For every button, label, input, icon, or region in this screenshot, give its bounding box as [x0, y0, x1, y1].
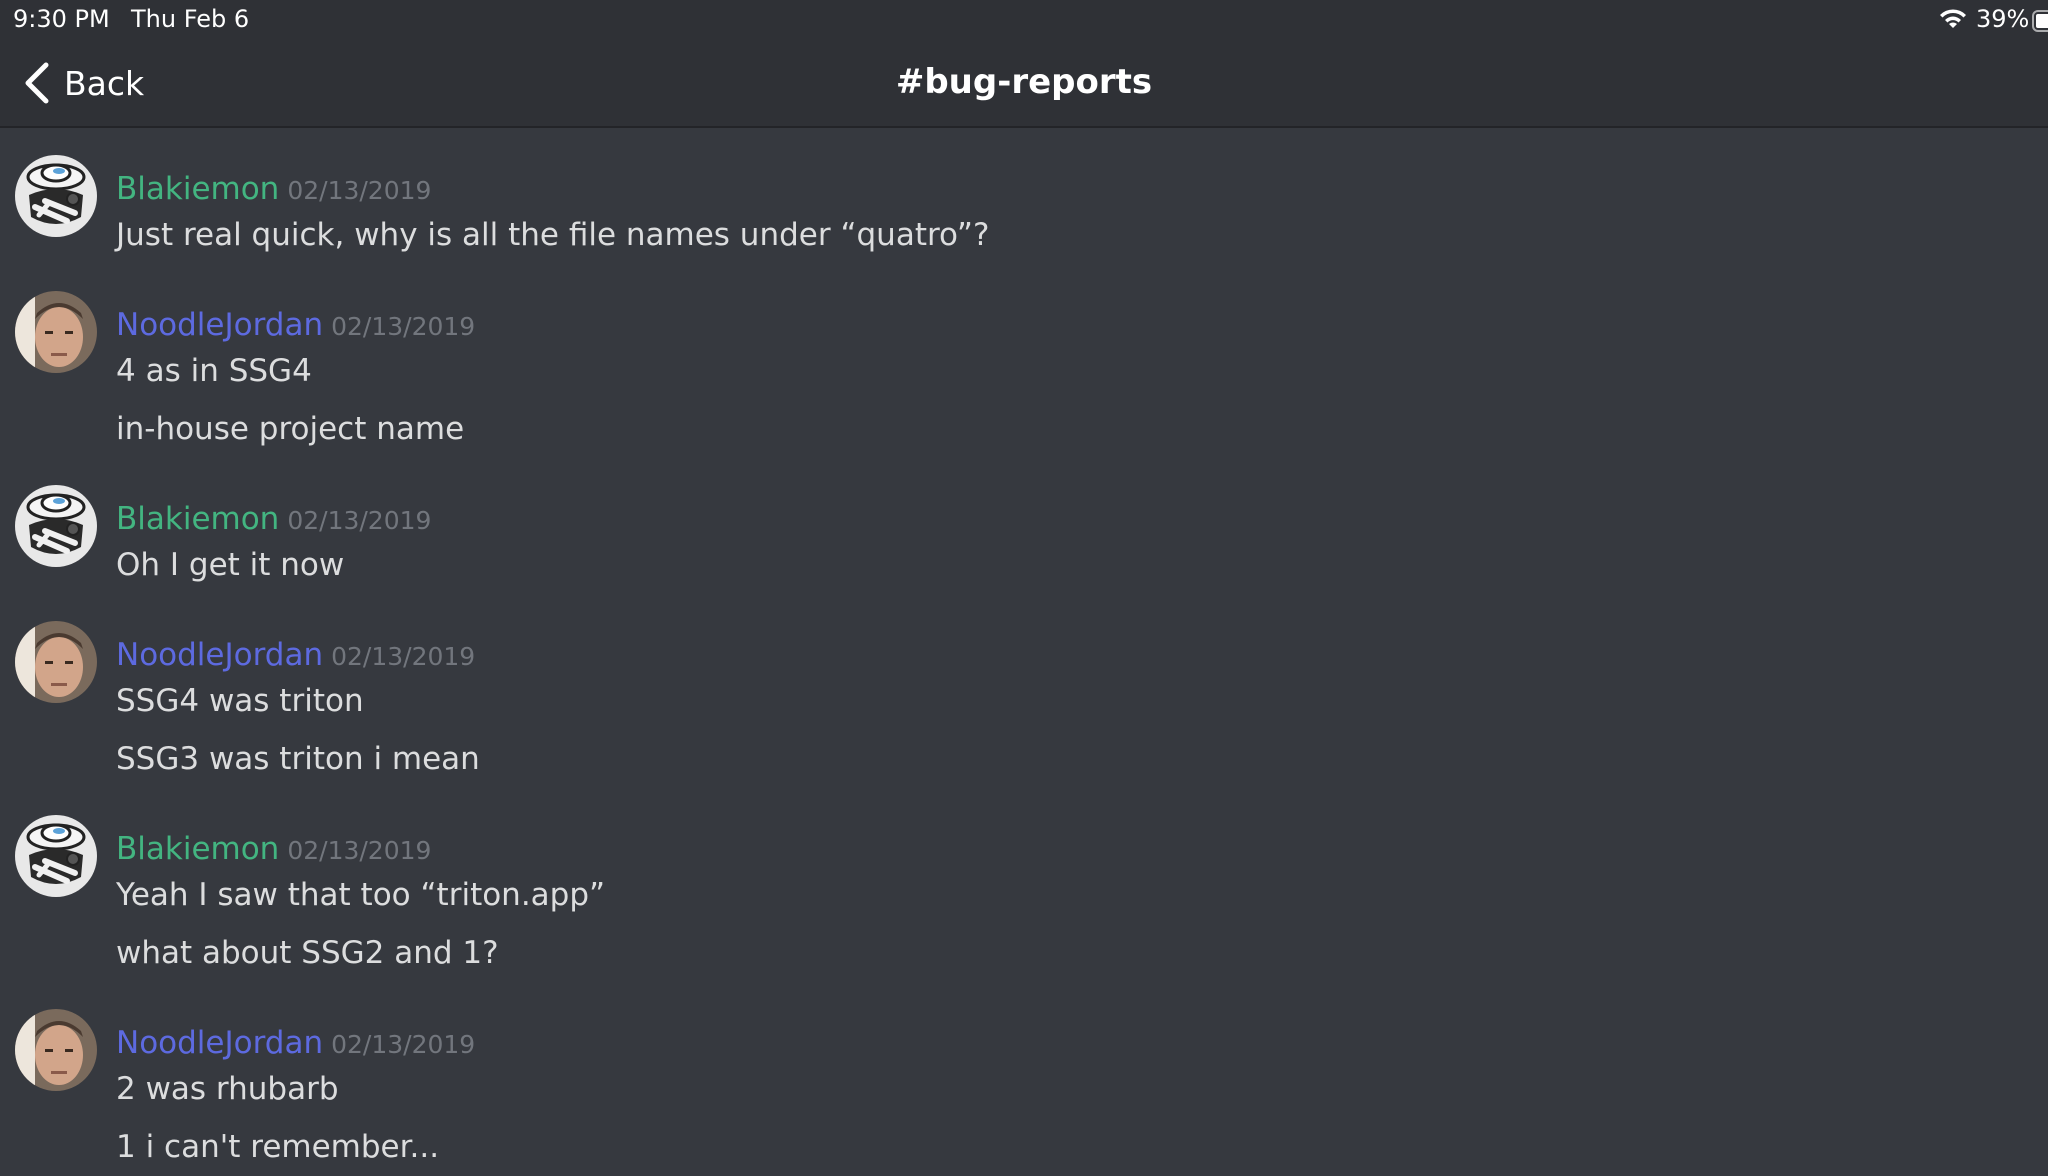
message-header: NoodleJordan 02/13/2019 [116, 307, 475, 343]
avatar[interactable] [15, 1009, 97, 1091]
message-text: 1 i can't remember... [116, 1129, 440, 1165]
battery-icon [2032, 10, 2048, 32]
status-time: 9:30 PM [13, 5, 110, 33]
avatar-blakiemon-icon [15, 815, 97, 897]
avatar-noodlejordan-icon [15, 621, 97, 703]
avatar[interactable] [15, 621, 97, 703]
status-bar: 9:30 PM Thu Feb 6 39% [0, 0, 2048, 38]
battery-percent: 39% [1976, 5, 2030, 33]
message-text: 2 was rhubarb [116, 1071, 339, 1107]
message-text: what about SSG2 and 1? [116, 935, 499, 971]
avatar[interactable] [15, 815, 97, 897]
timestamp: 02/13/2019 [331, 1030, 476, 1059]
avatar-blakiemon-icon [15, 155, 97, 237]
avatar[interactable] [15, 155, 97, 237]
message-header: NoodleJordan 02/13/2019 [116, 1025, 475, 1061]
timestamp: 02/13/2019 [287, 836, 432, 865]
username[interactable]: Blakiemon [116, 171, 279, 207]
wifi-icon [1940, 9, 1966, 28]
username[interactable]: NoodleJordan [116, 307, 323, 343]
avatar-noodlejordan-icon [15, 1009, 97, 1091]
timestamp: 02/13/2019 [331, 312, 476, 341]
username[interactable]: Blakiemon [116, 831, 279, 867]
username[interactable]: NoodleJordan [116, 637, 323, 673]
message-header: Blakiemon 02/13/2019 [116, 501, 431, 537]
message-text: SSG3 was triton i mean [116, 741, 480, 777]
message-header: Blakiemon 02/13/2019 [116, 831, 431, 867]
message-header: Blakiemon 02/13/2019 [116, 171, 431, 207]
message-text: Just real quick, why is all the file nam… [116, 217, 990, 253]
timestamp: 02/13/2019 [331, 642, 476, 671]
timestamp: 02/13/2019 [287, 506, 432, 535]
avatar-blakiemon-icon [15, 485, 97, 567]
avatar[interactable] [15, 485, 97, 567]
message-text: SSG4 was triton [116, 683, 364, 719]
message-text: 4 as in SSG4 [116, 353, 312, 389]
navigation-bar: Back #bug-reports [0, 38, 2048, 128]
status-date: Thu Feb 6 [131, 5, 250, 33]
username[interactable]: NoodleJordan [116, 1025, 323, 1061]
channel-title: #bug-reports [895, 62, 1153, 102]
message-text: Oh I get it now [116, 547, 345, 583]
message-text: Yeah I saw that too “triton.app” [116, 877, 606, 913]
avatar-noodlejordan-icon [15, 291, 97, 373]
username[interactable]: Blakiemon [116, 501, 279, 537]
avatar[interactable] [15, 291, 97, 373]
message-header: NoodleJordan 02/13/2019 [116, 637, 475, 673]
timestamp: 02/13/2019 [287, 176, 432, 205]
message-text: in-house project name [116, 411, 465, 447]
